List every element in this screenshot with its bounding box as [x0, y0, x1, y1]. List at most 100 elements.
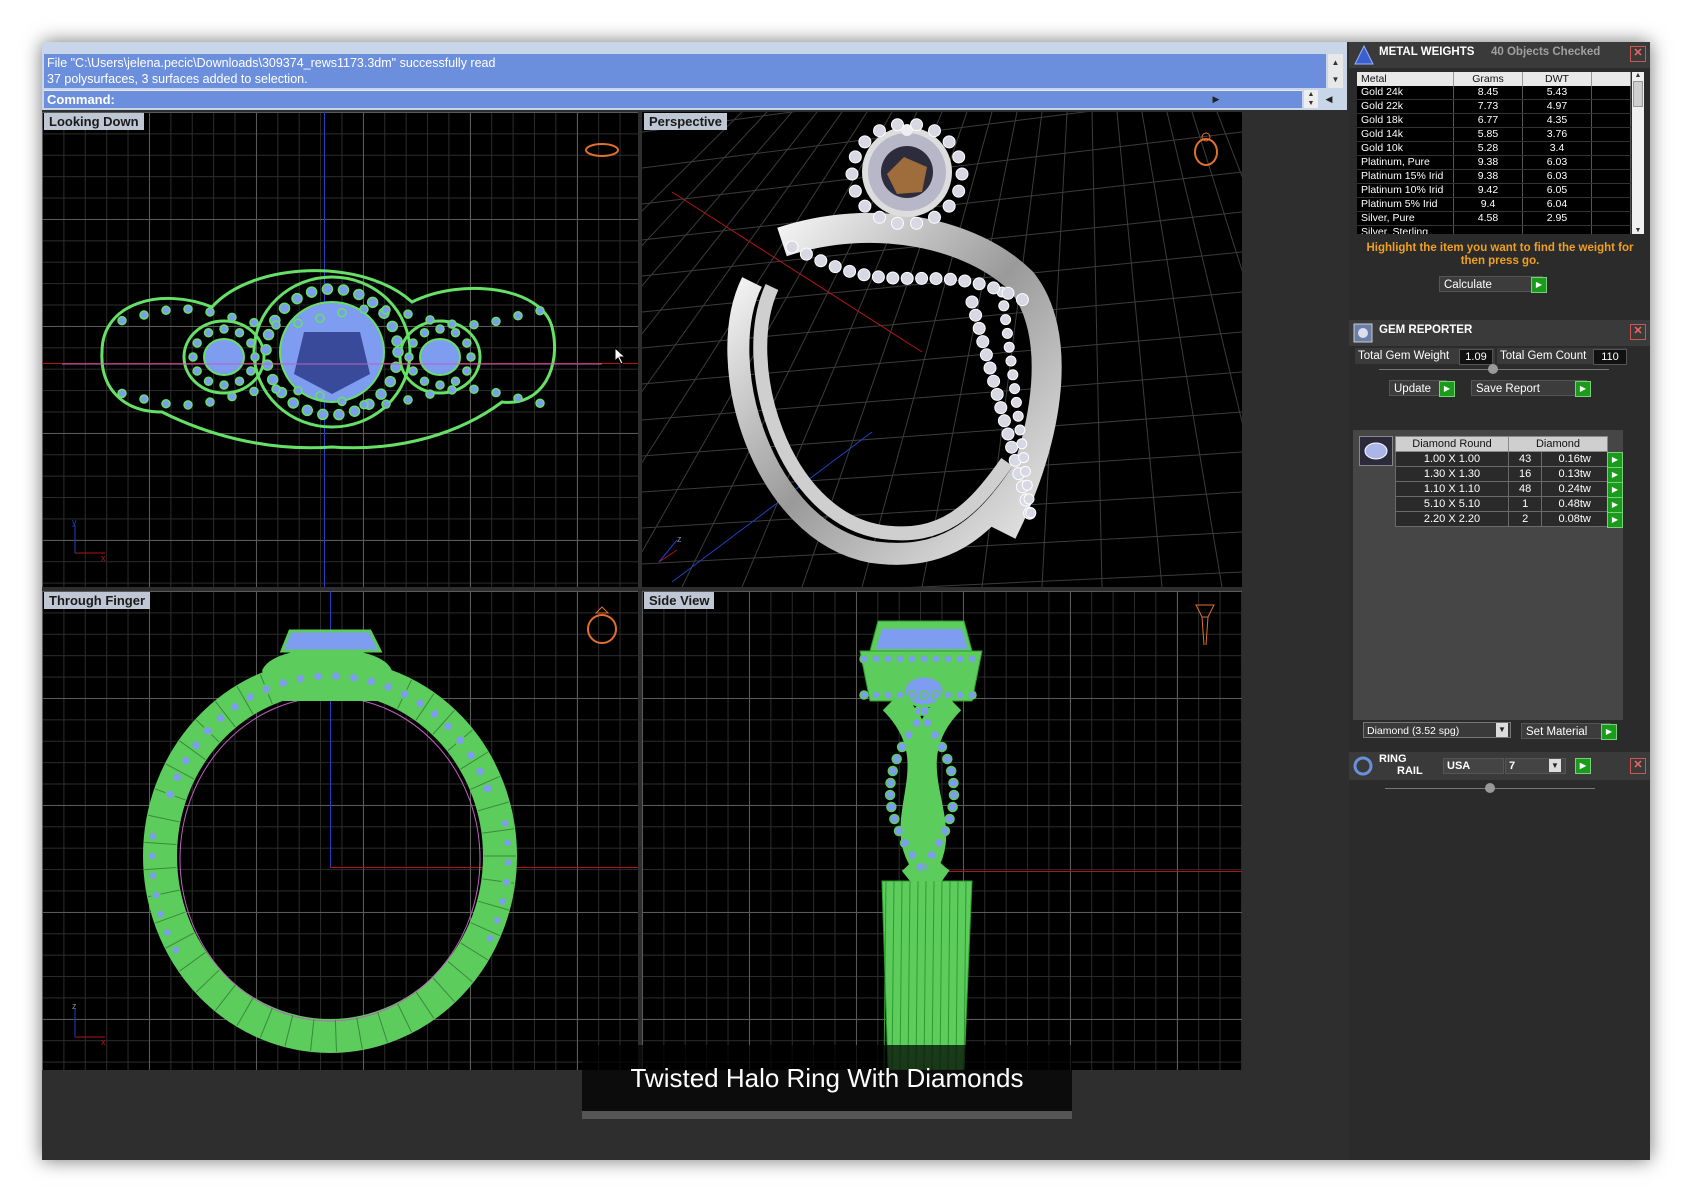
set-material-go-icon[interactable]: ▶ [1601, 724, 1617, 740]
chevron-down-icon[interactable]: ▼ [1549, 759, 1561, 772]
pave-diamond [382, 681, 394, 693]
gem-row-go-icon[interactable]: ▶ [1607, 467, 1623, 483]
band-diamond [943, 272, 957, 286]
ring-rail-go-icon[interactable]: ▶ [1575, 758, 1591, 774]
ring-size-system-select[interactable]: USA [1443, 758, 1504, 774]
pave-diamond [391, 335, 403, 347]
viewport-through-finger[interactable]: Through Finger zx [42, 591, 638, 1070]
pave-diamond [889, 813, 900, 825]
viewport-label[interactable]: Through Finger [44, 592, 151, 609]
save-report-go-icon[interactable]: ▶ [1575, 381, 1591, 397]
calculate-go-icon[interactable]: ▶ [1531, 277, 1547, 293]
update-go-icon[interactable]: ▶ [1439, 381, 1455, 397]
pave-diamond [425, 389, 435, 399]
material-select[interactable]: Diamond (3.52 spg) ▼ [1363, 722, 1511, 738]
metal-dwt: 2.95 [1522, 211, 1592, 226]
gem-row-go-icon[interactable]: ▶ [1607, 482, 1623, 498]
band-diamond [785, 240, 799, 254]
diamond-thumbnail[interactable] [1359, 436, 1393, 466]
gem-total-weight-value: 0.08tw [1558, 513, 1591, 525]
pave-diamond [408, 366, 418, 376]
metal-weights-scrollbar[interactable]: ▲ ▼ [1632, 72, 1644, 234]
pave-diamond [513, 310, 523, 321]
halo-diamond [895, 690, 905, 700]
halo-diamond [919, 654, 929, 664]
gem-row[interactable]: 2.20 X 2.20 2 0.08tw ▶ [1395, 511, 1623, 528]
metal-weight-row[interactable]: Platinum, Pure 9.38 6.03 [1357, 155, 1631, 170]
column-header[interactable]: DWT [1522, 72, 1592, 86]
metal-weight-row[interactable]: Gold 22k 7.73 4.97 [1357, 99, 1631, 114]
pave-diamond [205, 397, 215, 407]
band-diamond [965, 295, 979, 309]
gem-row[interactable]: 1.30 X 1.30 16 0.13tw ▶ [1395, 466, 1623, 483]
scroll-left-icon[interactable]: ◀ [1321, 90, 1337, 108]
pave-diamond [450, 376, 461, 386]
viewport-looking-down[interactable]: Looking Down yx [42, 112, 638, 587]
splitter-handle[interactable] [1488, 364, 1498, 374]
metal-weight-row[interactable]: Silver, Pure 4.58 2.95 [1357, 211, 1631, 226]
viewport-label[interactable]: Perspective [644, 113, 727, 130]
gem-row-go-icon[interactable]: ▶ [1607, 497, 1623, 513]
set-material-button[interactable]: Set Material [1521, 723, 1611, 739]
column-header[interactable]: Metal [1357, 72, 1454, 86]
scroll-down-icon[interactable]: ▼ [1328, 71, 1343, 88]
metal-weight-row[interactable]: Platinum 10% Irid 9.42 6.05 [1357, 183, 1631, 198]
pave-diamond [205, 307, 215, 317]
close-icon[interactable]: ✕ [1630, 758, 1646, 774]
band-diamond [1010, 396, 1022, 408]
viewport-label[interactable]: Side View [644, 592, 715, 609]
pave-diamond [915, 861, 926, 873]
command-spinner[interactable]: ▲ ▼ [1304, 90, 1318, 108]
metal-weight-row[interactable]: Gold 14k 5.85 3.76 [1357, 127, 1631, 142]
command-history-scrollbar[interactable]: ▲ ▼ [1328, 54, 1343, 88]
band-diamond [828, 260, 842, 274]
band-diamond [1018, 452, 1030, 464]
scroll-right-icon[interactable]: ▶ [1208, 90, 1224, 108]
pave-diamond [293, 386, 303, 396]
command-input[interactable]: Command: [44, 90, 1302, 108]
gem-row-go-icon[interactable]: ▶ [1607, 452, 1623, 468]
calculate-button[interactable]: Calculate [1439, 276, 1543, 292]
metal-weight-row[interactable]: Silver, Sterling (9...4.542.92 [1357, 225, 1631, 234]
pave-diamond [885, 777, 896, 789]
close-icon[interactable]: ✕ [1630, 324, 1646, 340]
metal-weight-row[interactable]: Gold 10k 5.28 3.4 [1357, 141, 1631, 156]
pave-diamond [287, 397, 299, 409]
pave-diamond [183, 304, 193, 314]
metal-weight-row[interactable]: Gold 24k 8.45 5.43 [1357, 86, 1631, 100]
ring-perspective-orientation-icon [1194, 132, 1218, 166]
metal-dwt: 6.04 [1522, 197, 1592, 212]
splitter-handle[interactable] [1485, 783, 1495, 793]
close-icon[interactable]: ✕ [1630, 46, 1646, 62]
scroll-up-icon[interactable]: ▲ [1328, 54, 1343, 71]
metal-weight-row[interactable]: Gold 18k 6.77 4.35 [1357, 113, 1631, 128]
metal-weight-row[interactable]: Platinum 15% Irid 9.38 6.03 [1357, 169, 1631, 184]
gem-row[interactable]: 1.10 X 1.10 48 0.24tw ▶ [1395, 481, 1623, 498]
gem-material-header: Diamond [1508, 436, 1608, 452]
halo-diamond [871, 690, 881, 700]
column-header[interactable]: Grams [1453, 72, 1523, 86]
gem-row[interactable]: 1.00 X 1.00 43 0.16tw ▶ [1395, 451, 1623, 468]
gem-row[interactable]: 5.10 X 5.10 1 0.48tw ▶ [1395, 496, 1623, 513]
pave-diamond [414, 698, 426, 709]
band-diamond [1019, 465, 1031, 477]
pave-diamond [435, 380, 445, 390]
halo-diamond [890, 216, 904, 230]
pave-diamond [942, 753, 953, 765]
metal-weight-row[interactable]: Platinum 5% Irid 9.4 6.04 [1357, 197, 1631, 212]
viewport-side-view[interactable]: Side View [642, 591, 1242, 1070]
viewport-perspective[interactable]: Perspective z [642, 112, 1242, 587]
pave-diamond [301, 404, 314, 417]
save-report-button[interactable]: Save Report [1471, 380, 1587, 396]
pave-diamond [497, 896, 508, 907]
band-diamond [1001, 286, 1015, 300]
pave-diamond [926, 849, 937, 861]
ring-side-wireframe [859, 620, 983, 1070]
pave-diamond [419, 376, 430, 386]
metal-name: Gold 14k [1357, 127, 1454, 142]
gem-row-go-icon[interactable]: ▶ [1607, 512, 1623, 528]
metal-name: Gold 22k [1357, 99, 1454, 114]
viewport-label[interactable]: Looking Down [44, 113, 144, 130]
halo-diamond [858, 199, 872, 213]
chevron-down-icon[interactable]: ▼ [1496, 723, 1508, 737]
